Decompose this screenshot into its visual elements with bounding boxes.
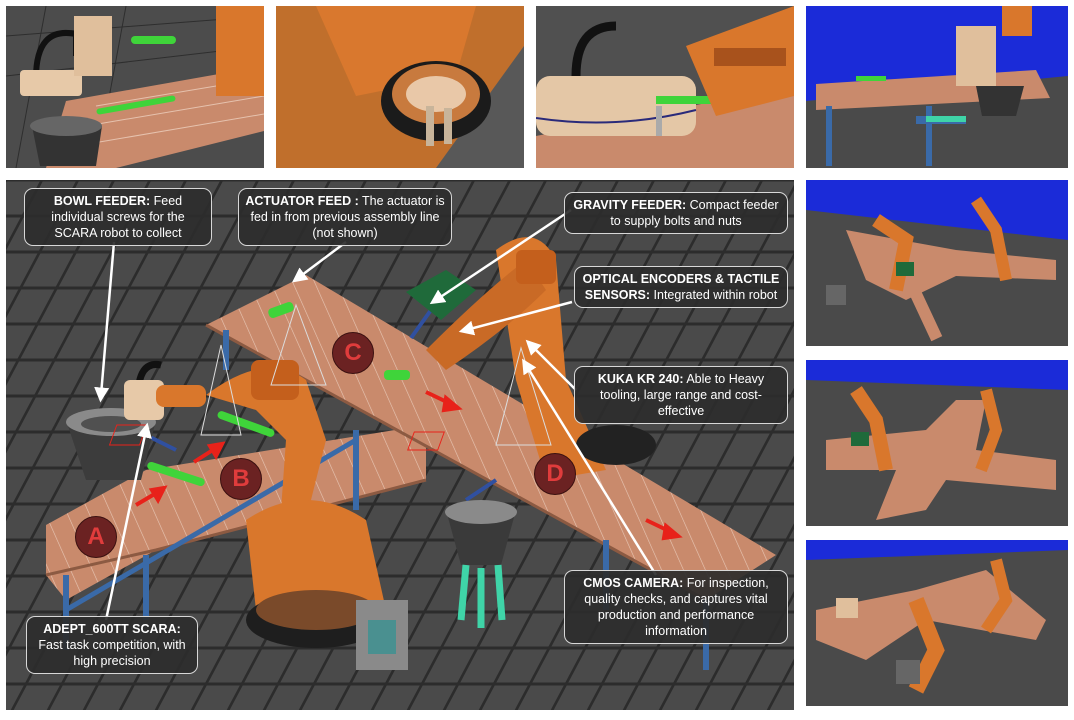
thumbnail-top-3 xyxy=(536,6,794,168)
thumbnail-top-2 xyxy=(276,6,524,168)
main-scene: A B C D BOWL FEEDER: Feed individual scr… xyxy=(6,180,794,710)
thumbnail-right-3 xyxy=(806,540,1068,706)
callout-gravity-feeder-title: GRAVITY FEEDER: xyxy=(573,198,687,212)
station-marker-a: A xyxy=(75,516,117,558)
callout-gravity-feeder: GRAVITY FEEDER: Compact feeder to supply… xyxy=(564,192,788,234)
station-marker-b: B xyxy=(220,458,262,500)
callout-optical-encoders: OPTICAL ENCODERS & TACTILE SENSORS: Inte… xyxy=(574,266,788,308)
callout-bowl-feeder-title: BOWL FEEDER: xyxy=(53,194,151,208)
callout-cmos-title: CMOS CAMERA: xyxy=(583,576,684,590)
callout-actuator-feed-title: ACTUATOR FEED : xyxy=(245,194,359,208)
callout-actuator-feed: ACTUATOR FEED : The actuator is fed in f… xyxy=(238,188,452,246)
station-marker-c: C xyxy=(332,332,374,374)
callout-optical-encoders-text: Integrated within robot xyxy=(653,288,778,302)
thumbnail-right-2 xyxy=(806,360,1068,526)
callout-cmos: CMOS CAMERA: For inspection, quality che… xyxy=(564,570,788,644)
callout-adept: ADEPT_600TT SCARA: Fast task competition… xyxy=(26,616,198,674)
callout-kuka-title: KUKA KR 240: xyxy=(597,372,684,386)
thumbnail-top-4 xyxy=(806,6,1068,168)
callout-kuka: KUKA KR 240: Able to Heavy tooling, larg… xyxy=(574,366,788,424)
callout-bowl-feeder: BOWL FEEDER: Feed individual screws for … xyxy=(24,188,212,246)
callout-adept-title: ADEPT_600TT SCARA: xyxy=(43,622,181,636)
thumbnail-top-1 xyxy=(6,6,264,168)
callout-adept-text: Fast task competition, with high precisi… xyxy=(38,638,186,668)
station-marker-d: D xyxy=(534,453,576,495)
thumbnail-right-1 xyxy=(806,180,1068,346)
